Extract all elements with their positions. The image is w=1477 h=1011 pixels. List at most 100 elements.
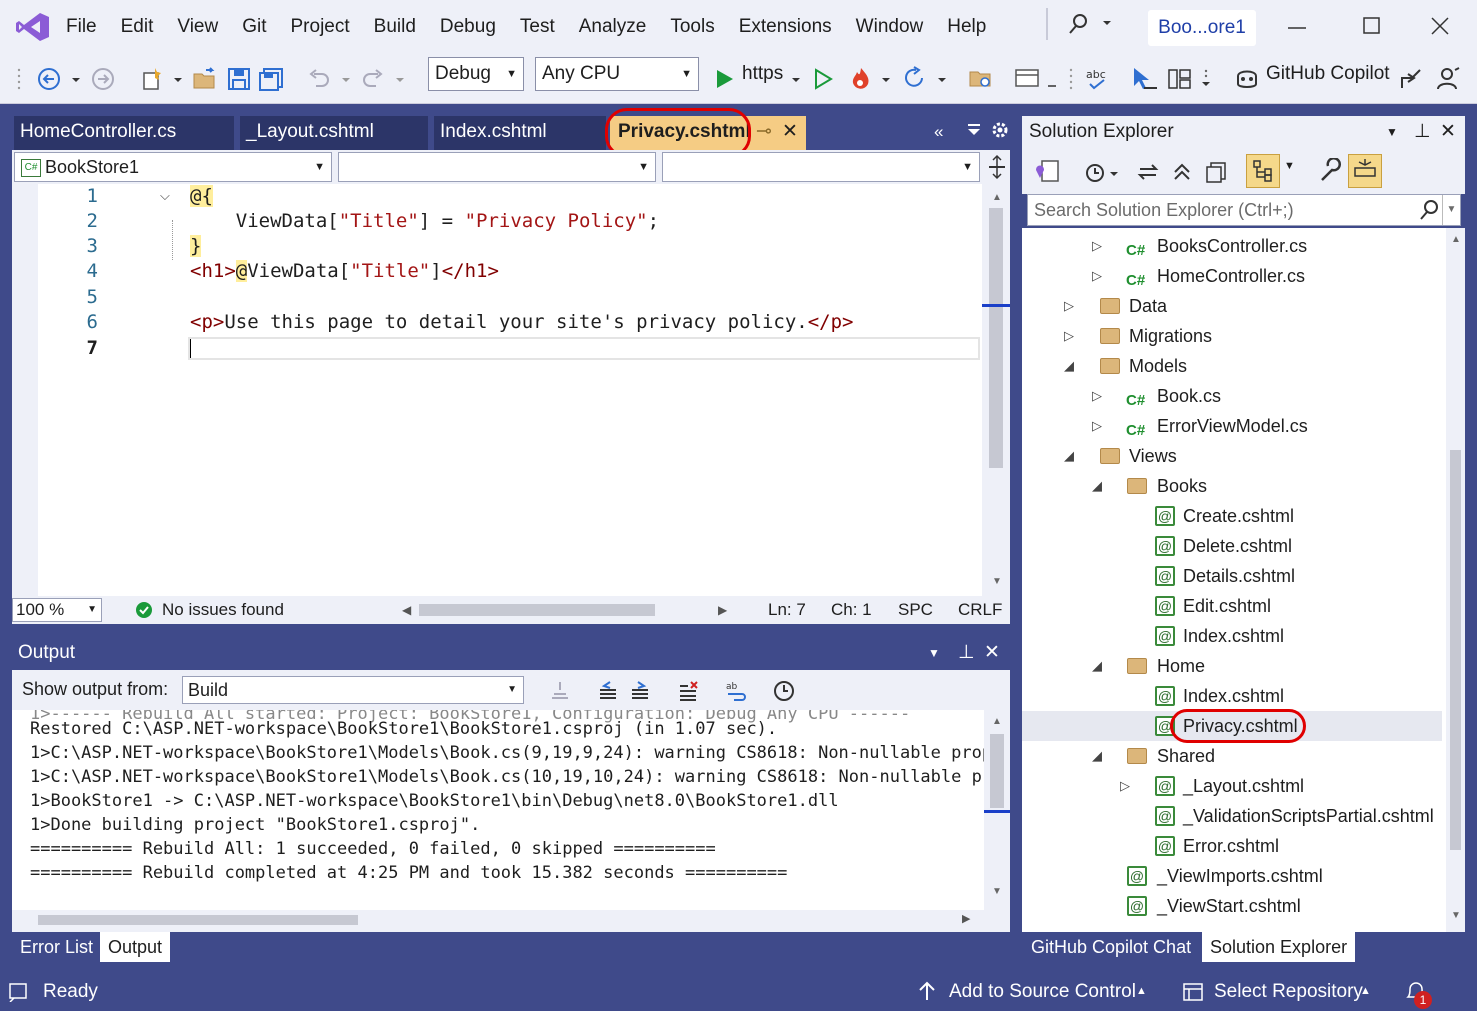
- browser-window-icon[interactable]: [1014, 66, 1040, 92]
- tab-output[interactable]: Output: [100, 932, 171, 962]
- tab-copilot-chat[interactable]: GitHub Copilot Chat: [1022, 932, 1200, 962]
- collapse-all-icon[interactable]: [1170, 160, 1194, 184]
- tree-item-validationscripts[interactable]: @ _ValidationScriptsPartial.cshtml: [1022, 801, 1442, 831]
- zoom-select[interactable]: 100 % ▼: [12, 598, 102, 622]
- expand-arrow-icon[interactable]: ▷: [1064, 291, 1074, 321]
- search-icon[interactable]: [1418, 199, 1440, 221]
- pin-icon[interactable]: ⊥: [958, 636, 975, 670]
- tree-item-books-index[interactable]: @ Index.cshtml: [1022, 621, 1442, 651]
- close-tab-icon[interactable]: ✕: [782, 116, 798, 148]
- previous-message-icon[interactable]: [596, 680, 620, 702]
- undo-dropdown-icon[interactable]: [340, 66, 352, 92]
- hot-reload-dropdown-icon[interactable]: [880, 66, 892, 92]
- browser-dropdown-icon[interactable]: [1046, 66, 1058, 92]
- next-message-icon[interactable]: [628, 680, 652, 702]
- tree-folder-home[interactable]: ◢ Home: [1022, 651, 1442, 681]
- expand-arrow-icon[interactable]: ▷: [1092, 381, 1102, 411]
- scroll-up-icon[interactable]: ▲: [992, 716, 1002, 727]
- hot-reload-icon[interactable]: [848, 66, 874, 92]
- scroll-down-icon[interactable]: ▼: [992, 576, 1002, 587]
- pin-icon[interactable]: ⊸: [756, 116, 772, 148]
- copilot-label[interactable]: GitHub Copilot: [1266, 63, 1390, 85]
- menu-file[interactable]: File: [54, 0, 109, 54]
- indentation-indicator[interactable]: SPC: [898, 596, 933, 624]
- start-debugging-icon[interactable]: [714, 66, 740, 92]
- back-dropdown-icon[interactable]: [70, 66, 82, 92]
- scroll-right-icon[interactable]: ▶: [962, 912, 970, 925]
- menu-debug[interactable]: Debug: [428, 0, 508, 54]
- solution-name-badge[interactable]: Boo...ore1: [1148, 10, 1256, 46]
- scrollbar-thumb[interactable]: [38, 915, 358, 925]
- close-panel-icon[interactable]: ✕: [984, 636, 1000, 670]
- output-horizontal-scrollbar[interactable]: ▶: [12, 910, 984, 932]
- menu-view[interactable]: View: [165, 0, 230, 54]
- collapse-arrow-icon[interactable]: ◢: [1092, 651, 1102, 681]
- show-all-files-icon[interactable]: [1204, 160, 1228, 184]
- collapse-arrow-icon[interactable]: ◢: [1092, 741, 1102, 771]
- chevron-up-icon[interactable]: ▲: [1360, 972, 1371, 1011]
- panel-options-icon[interactable]: ▼: [928, 636, 940, 670]
- tree-item-delete[interactable]: @ Delete.cshtml: [1022, 531, 1442, 561]
- scrollbar-thumb[interactable]: [1450, 450, 1461, 850]
- solution-platform-select[interactable]: Any CPU ▼: [535, 57, 699, 91]
- tree-item-viewstart[interactable]: @ _ViewStart.cshtml: [1022, 891, 1442, 921]
- settings-gear-icon[interactable]: [990, 120, 1010, 140]
- menu-analyze[interactable]: Analyze: [567, 0, 659, 54]
- save-all-icon[interactable]: [258, 66, 284, 92]
- close-panel-icon[interactable]: ✕: [1440, 116, 1456, 148]
- code-editor[interactable]: ⌵ 1 @{ 2 ViewData["Title"] = "Privacy Po…: [12, 184, 1010, 596]
- navigate-back-icon[interactable]: [36, 66, 62, 92]
- tree-item-errorviewmodel[interactable]: ▷ C# ErrorViewModel.cs: [1022, 411, 1442, 441]
- menu-window[interactable]: Window: [844, 0, 936, 54]
- issues-status[interactable]: No issues found: [162, 596, 284, 624]
- navigate-forward-icon[interactable]: [90, 66, 116, 92]
- scroll-down-icon[interactable]: ▼: [1451, 910, 1461, 921]
- expand-arrow-icon[interactable]: ▷: [1092, 411, 1102, 441]
- scrollbar-thumb[interactable]: [989, 208, 1003, 468]
- add-to-source-control[interactable]: Add to Source Control: [949, 972, 1136, 1011]
- feedback-icon[interactable]: [1436, 66, 1462, 92]
- save-icon[interactable]: [226, 66, 252, 92]
- toolbox-icon[interactable]: [1166, 66, 1192, 92]
- tab-layout[interactable]: _Layout.cshtml: [240, 116, 428, 150]
- collapse-arrow-icon[interactable]: ◢: [1092, 471, 1102, 501]
- menu-project[interactable]: Project: [279, 0, 362, 54]
- search-options-dropdown-icon[interactable]: ▼: [1442, 195, 1460, 225]
- tab-error-list[interactable]: Error List: [12, 932, 101, 962]
- output-source-select[interactable]: Build ▼: [182, 676, 524, 704]
- menu-build[interactable]: Build: [362, 0, 428, 54]
- run-target-dropdown-icon[interactable]: [790, 66, 802, 92]
- member-dropdown[interactable]: ▼: [662, 152, 980, 182]
- tab-privacy[interactable]: Privacy.cshtml ⊸ ✕: [610, 116, 806, 150]
- solution-configuration-select[interactable]: Debug ▼: [428, 57, 524, 91]
- share-icon[interactable]: [1398, 66, 1424, 92]
- project-dropdown[interactable]: C# BookStore1 ▼: [14, 152, 332, 182]
- pointer-select-icon[interactable]: [1130, 66, 1157, 92]
- close-icon[interactable]: [1430, 16, 1450, 36]
- restart-dropdown-icon[interactable]: [936, 66, 948, 92]
- restart-icon[interactable]: [902, 66, 928, 92]
- expand-arrow-icon[interactable]: ▷: [1120, 771, 1130, 801]
- tree-item-edit[interactable]: @ Edit.cshtml: [1022, 591, 1442, 621]
- menu-extensions[interactable]: Extensions: [727, 0, 844, 54]
- pending-changes-filter-icon[interactable]: [1084, 160, 1120, 184]
- tree-folder-books[interactable]: ◢ Books: [1022, 471, 1442, 501]
- chevron-up-icon[interactable]: ▲: [1136, 972, 1147, 1011]
- select-repository[interactable]: Select Repository: [1214, 972, 1363, 1011]
- undo-icon[interactable]: [306, 66, 332, 92]
- scroll-up-icon[interactable]: ▲: [1451, 234, 1461, 245]
- split-window-icon[interactable]: [986, 154, 1008, 180]
- collapse-arrow-icon[interactable]: ◢: [1064, 441, 1074, 471]
- tab-index[interactable]: Index.cshtml: [434, 116, 606, 150]
- tree-item-viewimports[interactable]: @ _ViewImports.cshtml: [1022, 861, 1442, 891]
- run-target-label[interactable]: https: [742, 63, 783, 85]
- tree-item-book[interactable]: ▷ C# Book.cs: [1022, 381, 1442, 411]
- expand-arrow-icon[interactable]: ▷: [1064, 321, 1074, 351]
- chevron-down-icon[interactable]: ▼: [1284, 160, 1295, 172]
- tab-list-dropdown-icon[interactable]: [964, 120, 984, 140]
- line-ending-indicator[interactable]: CRLF: [958, 596, 1002, 624]
- tree-item-error[interactable]: @ Error.cshtml: [1022, 831, 1442, 861]
- minimize-icon[interactable]: [1286, 18, 1308, 38]
- output-vertical-scrollbar[interactable]: ▲ ▼: [984, 710, 1010, 932]
- tree-vertical-scrollbar[interactable]: ▲ ▼: [1446, 228, 1465, 932]
